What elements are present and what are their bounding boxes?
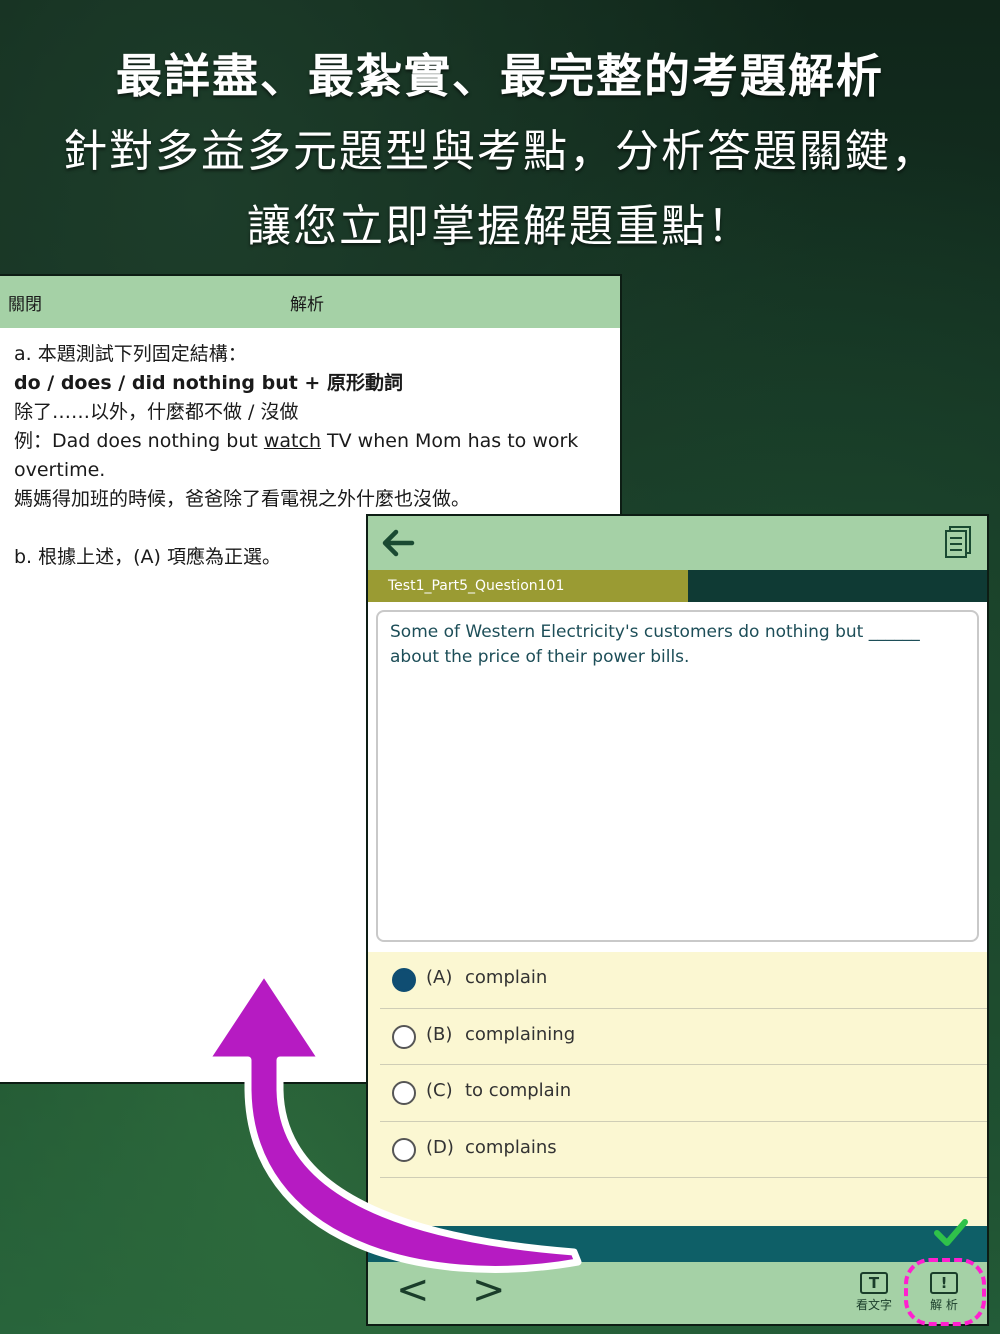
option-b[interactable]: (B) complaining — [380, 1009, 987, 1065]
view-text-button[interactable]: T 看文字 — [854, 1272, 894, 1313]
document-icon[interactable] — [943, 525, 973, 559]
question-text: Some of Western Electricity's customers … — [376, 610, 979, 942]
analysis-point-a: a. 本題測試下列固定結構： — [14, 343, 247, 365]
previous-button[interactable]: < — [396, 1270, 430, 1310]
example-prefix: 例：Dad does nothing but — [14, 430, 264, 452]
bottom-toolbar: < > T 看文字 ! 解 析 — [368, 1262, 987, 1324]
options-list: (A) complain (B) complaining (C) to comp… — [368, 952, 987, 1226]
option-letter: (C) — [426, 1080, 453, 1101]
analysis-title: 解析 — [290, 295, 324, 315]
example-underlined-word: watch — [263, 430, 321, 452]
analysis-structure: do / does / did nothing but + 原形動詞 — [14, 372, 403, 394]
question-id: Test1_Part5_Question101 — [368, 570, 688, 602]
analysis-header: 關閉 解析 — [0, 276, 620, 328]
radio-selected-icon[interactable] — [392, 968, 416, 992]
question-panel: Test1_Part5_Question101 Some of Western … — [368, 516, 987, 1326]
headline-line-3: 讓您立即掌握解題重點！ — [247, 201, 753, 252]
radio-icon[interactable] — [392, 1024, 416, 1049]
headline-line-2: 針對多益多元題型與考點，分析答題關鍵， — [63, 126, 937, 177]
analysis-meaning: 除了……以外，什麼都不做 / 沒做 — [14, 401, 299, 423]
answer-bar: 正確答案:(A) — [368, 1219, 987, 1262]
option-a[interactable]: (A) complain — [380, 952, 987, 1009]
back-arrow-icon[interactable] — [378, 524, 418, 562]
close-button[interactable]: 關閉 — [8, 290, 42, 315]
option-text: complaining — [465, 1023, 576, 1045]
radio-icon[interactable] — [392, 1137, 416, 1162]
view-text-label: 看文字 — [855, 1298, 892, 1312]
question-id-bar: Test1_Part5_Question101 — [368, 570, 987, 602]
question-topbar — [368, 516, 987, 570]
option-d[interactable]: (D) complains — [380, 1122, 987, 1178]
option-text: complain — [465, 967, 548, 988]
analysis-example: 例：Dad does nothing but watch TV when Mom… — [14, 427, 606, 485]
highlight-ring — [904, 1258, 986, 1326]
option-letter: (A) — [426, 967, 453, 988]
text-icon: T — [860, 1272, 888, 1294]
option-letter: (D) — [426, 1136, 454, 1158]
headline-line-1: 最詳盡、最紮實、最完整的考題解析 — [116, 49, 884, 103]
correct-answer: 正確答案:(A) — [392, 1234, 485, 1253]
option-letter: (B) — [426, 1023, 453, 1045]
analysis-translation: 媽媽得加班的時候，爸爸除了看電視之外什麼也沒做。 — [14, 488, 471, 510]
next-button[interactable]: > — [472, 1270, 506, 1310]
option-text: to complain — [465, 1080, 572, 1101]
option-c[interactable]: (C) to complain — [380, 1065, 987, 1122]
radio-icon[interactable] — [392, 1081, 416, 1105]
option-text: complains — [465, 1136, 557, 1158]
check-icon — [934, 1219, 968, 1246]
